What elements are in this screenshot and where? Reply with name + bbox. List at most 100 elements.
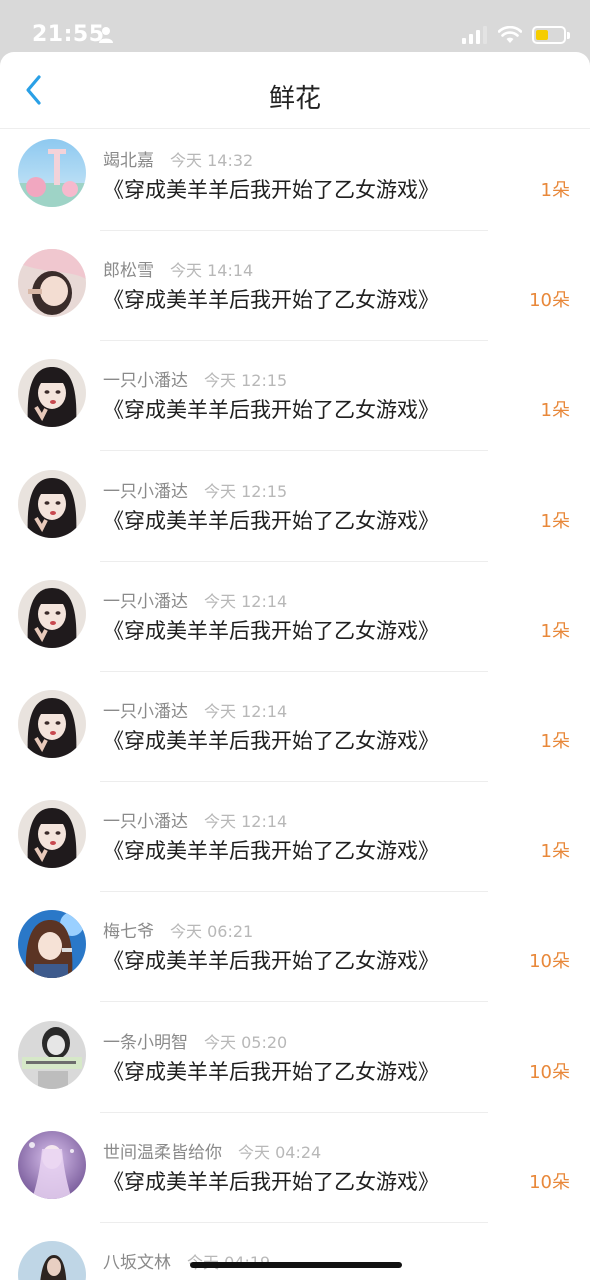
list-item[interactable]: 一只小潘达 今天 12:14 《穿成美羊羊后我开始了乙女游戏》 1朵 xyxy=(0,793,590,903)
list-item[interactable]: 郎松雪 今天 14:14 《穿成美羊羊后我开始了乙女游戏》 10朵 xyxy=(0,242,590,352)
user-name[interactable]: 一条小明智 xyxy=(103,1033,188,1053)
avatar[interactable] xyxy=(18,690,86,758)
user-name[interactable]: 竭北嘉 xyxy=(103,151,154,171)
avatar-image xyxy=(18,1241,86,1280)
user-name[interactable]: 一只小潘达 xyxy=(103,702,188,722)
item-meta: 世间温柔皆给你 今天 04:24 xyxy=(103,1138,321,1163)
flower-count: 1朵 xyxy=(540,620,570,642)
timestamp: 今天 14:14 xyxy=(170,261,254,281)
user-name[interactable]: 一只小潘达 xyxy=(103,371,188,391)
timestamp: 今天 06:21 xyxy=(170,922,254,942)
flower-count: 10朵 xyxy=(529,951,570,973)
avatar-image xyxy=(18,690,86,758)
book-title[interactable]: 《穿成美羊羊后我开始了乙女游戏》 xyxy=(103,1056,439,1086)
signal-icon xyxy=(462,26,487,44)
divider xyxy=(100,340,488,342)
user-name[interactable]: 世间温柔皆给你 xyxy=(103,1143,222,1163)
avatar-image xyxy=(18,1020,86,1089)
book-title[interactable]: 《穿成美羊羊后我开始了乙女游戏》 xyxy=(103,1166,439,1196)
divider xyxy=(100,781,488,782)
flower-count: 10朵 xyxy=(529,1171,570,1193)
item-meta: 一只小潘达 今天 12:14 xyxy=(103,807,287,832)
status-bar: 21:55 xyxy=(0,0,590,52)
book-title[interactable]: 《穿成美羊羊后我开始了乙女游戏》 xyxy=(103,835,439,865)
user-name[interactable]: 一只小潘达 xyxy=(103,812,188,832)
item-meta: 八坂文林今天 04:19 xyxy=(103,1248,270,1273)
timestamp: 今天 04:24 xyxy=(238,1142,322,1162)
item-meta: 一只小潘达 今天 12:14 xyxy=(103,587,287,612)
avatar[interactable] xyxy=(18,579,86,648)
user-name[interactable]: 梅七爷 xyxy=(103,922,154,942)
list-item[interactable]: 梅七爷 今天 06:21 《穿成美羊羊后我开始了乙女游戏》 10朵 xyxy=(0,903,590,1013)
wifi-icon xyxy=(498,26,522,43)
avatar[interactable] xyxy=(18,469,86,538)
book-title[interactable]: 《穿成美羊羊后我开始了乙女游戏》 xyxy=(103,394,439,424)
item-meta: 郎松雪 今天 14:14 xyxy=(103,256,253,281)
avatar[interactable] xyxy=(18,1241,86,1280)
book-title[interactable]: 《穿成美羊羊后我开始了乙女游戏》 xyxy=(103,174,439,204)
book-title[interactable]: 《穿成美羊羊后我开始了乙女游戏》 xyxy=(103,615,439,645)
list-item[interactable]: 八坂文林今天 04:19《穿成美羊羊后我开始了乙女游戏》10朵 xyxy=(0,1234,590,1280)
divider xyxy=(100,230,488,231)
list-item[interactable]: 一只小潘达 今天 12:14 《穿成美羊羊后我开始了乙女游戏》 1朵 xyxy=(0,683,590,793)
avatar-image xyxy=(18,800,86,869)
flower-count: 1朵 xyxy=(540,731,570,752)
flower-count: 1朵 xyxy=(540,510,570,532)
book-title[interactable]: 《穿成美羊羊后我开始了乙女游戏》 xyxy=(103,945,439,975)
divider xyxy=(100,1111,488,1113)
home-indicator[interactable] xyxy=(190,1262,402,1268)
item-meta: 一只小潘达 今天 12:14 xyxy=(103,697,287,722)
avatar-image xyxy=(18,139,86,207)
book-title[interactable]: 《穿成美羊羊后我开始了乙女游戏》 xyxy=(103,725,439,755)
list-item[interactable]: 一条小明智 今天 05:20 《穿成美羊羊后我开始了乙女游戏》 10朵 xyxy=(0,1014,590,1124)
avatar-image xyxy=(18,1130,86,1199)
flower-count: 1朵 xyxy=(540,841,570,863)
page-title: 鲜花 xyxy=(268,84,321,114)
avatar[interactable] xyxy=(18,359,86,428)
timestamp: 今天 12:14 xyxy=(204,702,288,721)
avatar[interactable] xyxy=(18,1020,86,1089)
book-title[interactable]: 《穿成美羊羊后我开始了乙女游戏》 xyxy=(103,284,439,314)
timestamp: 今天 05:20 xyxy=(204,1032,288,1052)
item-meta: 梅七爷 今天 06:21 xyxy=(103,917,253,942)
divider xyxy=(100,560,488,562)
divider xyxy=(100,450,488,452)
avatar-image xyxy=(18,579,86,648)
person-icon xyxy=(99,27,113,43)
avatar-image xyxy=(18,469,86,538)
avatar-image xyxy=(18,249,86,318)
item-meta: 一只小潘达 今天 12:15 xyxy=(103,366,287,391)
flower-count: 10朵 xyxy=(529,290,570,312)
user-name[interactable]: 一只小潘达 xyxy=(103,592,188,612)
avatar[interactable] xyxy=(18,139,86,207)
battery-icon xyxy=(532,26,570,44)
book-title[interactable]: 《穿成美羊羊后我开始了乙女游戏》 xyxy=(103,505,439,535)
timestamp: 今天 12:15 xyxy=(204,481,288,501)
book-title[interactable]: 《穿成美羊羊后我开始了乙女游戏》 xyxy=(103,1276,439,1280)
list-item[interactable]: 世间温柔皆给你 今天 04:24 《穿成美羊羊后我开始了乙女游戏》 10朵 xyxy=(0,1124,590,1234)
user-name[interactable]: 八坂文林 xyxy=(103,1253,171,1273)
avatar[interactable] xyxy=(18,910,86,979)
divider xyxy=(100,670,488,672)
avatar[interactable] xyxy=(18,249,86,318)
timestamp: 今天 12:14 xyxy=(204,812,288,832)
list-item[interactable]: 竭北嘉 今天 14:32 《穿成美羊羊后我开始了乙女游戏》 1朵 xyxy=(0,132,590,242)
navigation-bar: 鲜花 xyxy=(0,52,590,128)
status-indicators xyxy=(462,24,570,46)
user-name[interactable]: 一只小潘达 xyxy=(103,482,188,502)
timestamp: 今天 12:15 xyxy=(204,371,288,391)
avatar[interactable] xyxy=(18,800,86,869)
list-item[interactable]: 一只小潘达 今天 12:14 《穿成美羊羊后我开始了乙女游戏》 1朵 xyxy=(0,573,590,683)
list-item[interactable]: 一只小潘达 今天 12:15 《穿成美羊羊后我开始了乙女游戏》 1朵 xyxy=(0,352,590,462)
avatar-image xyxy=(18,910,86,979)
avatar-image xyxy=(18,359,86,428)
divider xyxy=(100,891,488,893)
item-meta: 一条小明智 今天 05:20 xyxy=(103,1028,287,1053)
list-item[interactable]: 一只小潘达 今天 12:15 《穿成美羊羊后我开始了乙女游戏》 1朵 xyxy=(0,463,590,573)
timestamp: 今天 12:14 xyxy=(204,591,288,611)
user-name[interactable]: 郎松雪 xyxy=(103,261,154,281)
flower-count: 1朵 xyxy=(540,180,570,201)
flower-record-list: 竭北嘉 今天 14:32 《穿成美羊羊后我开始了乙女游戏》 1朵 郎松雪 今天 14:14… xyxy=(0,128,590,1280)
avatar[interactable] xyxy=(18,1130,86,1199)
item-meta: 竭北嘉 今天 14:32 xyxy=(103,146,253,171)
